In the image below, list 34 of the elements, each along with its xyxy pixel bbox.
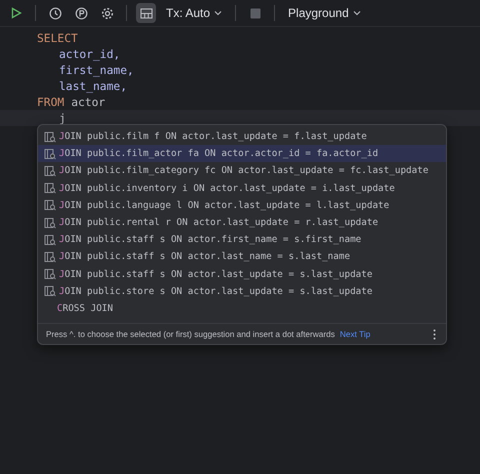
table-icon: [44, 164, 56, 177]
completion-item[interactable]: JOIN public.staff s ON actor.first_name = s.first_name: [38, 231, 446, 248]
transaction-mode-dropdown[interactable]: Tx: Auto: [162, 4, 226, 22]
sql-keyword: FROM: [37, 96, 64, 108]
completion-item[interactable]: JOIN public.film_actor fa ON actor.actor_id = fa.actor_id: [38, 145, 446, 162]
identifier: actor: [71, 96, 106, 108]
table-icon: [44, 182, 56, 194]
table-icon: [44, 199, 56, 212]
chevron-down-icon: [214, 9, 222, 17]
column-name: actor_id,: [59, 48, 120, 60]
hint-text: Press ^. to choose the selected (or first) suggestion and insert a dot afterwards: [46, 329, 335, 340]
column-name: last_name,: [59, 80, 128, 92]
table-icon: [44, 234, 56, 246]
table-icon: [44, 130, 56, 143]
session-dropdown[interactable]: Playground: [284, 4, 365, 22]
completion-item[interactable]: JOIN public.film f ON actor.last_update = f.last_update: [38, 128, 446, 146]
table-icon: [44, 268, 56, 280]
table-icon: [44, 216, 56, 229]
completion-item[interactable]: JOIN public.film_category fc ON actor.last_update = fc.last_update: [38, 162, 446, 180]
completion-item[interactable]: JOIN public.rental r ON actor.last_update = r.last_update: [38, 214, 446, 232]
grid-view-icon[interactable]: [136, 3, 156, 23]
completion-item[interactable]: JOIN public.staff s ON actor.last_update = s.last_update: [38, 266, 446, 283]
completion-item[interactable]: JOIN public.inventory i ON actor.last_update = i.last_update: [38, 180, 446, 197]
chevron-down-icon: [352, 9, 361, 17]
table-icon: [44, 148, 56, 160]
completion-item[interactable]: JOIN public.store s ON actor.last_update = s.last_update: [38, 282, 446, 300]
table-icon: [44, 250, 56, 263]
table-icon: [44, 285, 56, 298]
completion-item[interactable]: JOIN public.language l ON actor.last_update = l.last_update: [38, 196, 446, 214]
sql-keyword: SELECT: [37, 32, 78, 44]
next-tip-link[interactable]: Next Tip: [340, 329, 370, 340]
completion-item[interactable]: CROSS JOIN: [38, 300, 446, 318]
column-name: first_name,: [59, 64, 134, 76]
completion-item[interactable]: JOIN public.staff s ON actor.last_name = s.last_name: [38, 248, 446, 266]
